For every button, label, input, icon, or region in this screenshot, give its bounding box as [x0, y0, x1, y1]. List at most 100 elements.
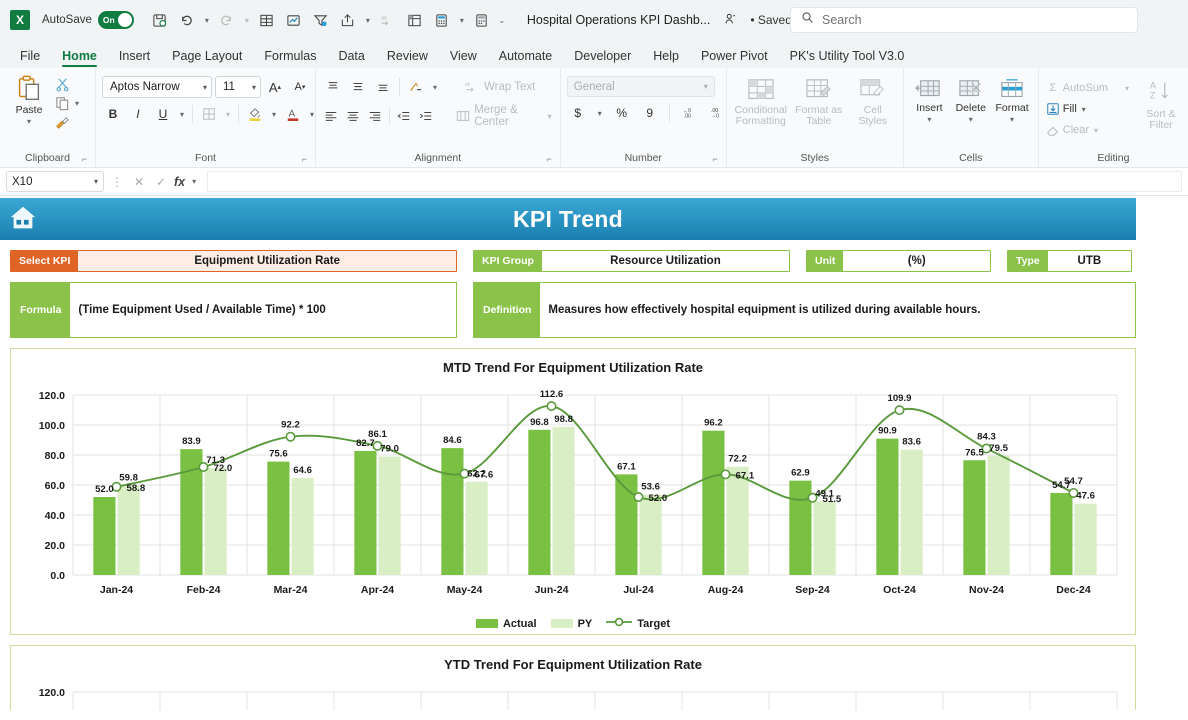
tab-automate[interactable]: Automate	[489, 46, 563, 68]
cell-styles-label: Cell Styles	[849, 105, 897, 127]
tab-help[interactable]: Help	[643, 46, 689, 68]
name-box[interactable]: X10▾	[6, 171, 104, 192]
insert-cells-button[interactable]: Insert ▾	[910, 76, 949, 124]
formula-menu-icon[interactable]: ⋮	[108, 175, 126, 189]
select-kpi-control[interactable]: Select KPI Equipment Utilization Rate	[10, 250, 457, 272]
table-grid-icon[interactable]	[255, 8, 279, 32]
autosave-toggle[interactable]: On	[98, 11, 134, 29]
align-center-icon[interactable]	[344, 105, 363, 127]
calculator-dropdown-caret-icon[interactable]: ▾	[457, 16, 467, 25]
search-bar[interactable]	[790, 7, 1138, 33]
align-middle-icon[interactable]	[347, 76, 369, 98]
share-export-icon[interactable]	[336, 8, 360, 32]
underline-caret-icon[interactable]: ▾	[177, 110, 187, 119]
font-name-select[interactable]: Aptos Narrow▾	[102, 76, 212, 98]
save-icon[interactable]	[148, 8, 172, 32]
fill-color-icon[interactable]	[244, 103, 266, 125]
tab-view[interactable]: View	[440, 46, 487, 68]
font-dialog-launcher[interactable]: ⌐	[302, 154, 307, 164]
align-bottom-icon[interactable]	[372, 76, 394, 98]
chart-icon[interactable]	[282, 8, 306, 32]
tab-formulas[interactable]: Formulas	[254, 46, 326, 68]
svg-text:60.0: 60.0	[45, 480, 66, 492]
tab-data[interactable]: Data	[328, 46, 374, 68]
legend-item-target[interactable]: Target	[606, 617, 670, 630]
tab-home[interactable]: Home	[52, 46, 107, 68]
calculator-alt-icon[interactable]	[470, 8, 494, 32]
fill-button[interactable]: Fill ▾	[1045, 101, 1132, 117]
quick-access-toolbar: ▾ ▾ ▾ ab ▾ ⌄	[148, 8, 507, 32]
increase-font-size-icon[interactable]: A▴	[264, 76, 286, 98]
cut-icon[interactable]	[54, 76, 70, 92]
format-as-table-label: Format as Table	[791, 105, 847, 127]
formula-tag: Formula	[11, 283, 70, 337]
insert-caret-icon[interactable]: ▾	[924, 115, 934, 124]
undo-dropdown-caret-icon[interactable]: ▾	[202, 16, 212, 25]
comma-format-button[interactable]: 9	[639, 102, 661, 124]
percent-format-button[interactable]: %	[611, 102, 633, 124]
spellcheck-icon: ab	[376, 8, 400, 32]
filter-icon[interactable]	[309, 8, 333, 32]
formula-input[interactable]	[207, 171, 1182, 192]
orientation-caret-icon[interactable]: ▾	[430, 83, 440, 92]
saved-status[interactable]: • Saved	[750, 13, 792, 27]
currency-caret-icon[interactable]: ▾	[595, 109, 605, 118]
format-cells-button[interactable]: Format ▾	[992, 76, 1031, 124]
tab-review[interactable]: Review	[377, 46, 438, 68]
fill-caret-icon[interactable]: ▾	[1079, 105, 1089, 114]
search-icon	[801, 11, 814, 29]
alignment-dialog-launcher[interactable]: ⌐	[546, 154, 551, 164]
align-top-icon[interactable]	[322, 76, 344, 98]
tab-pk-utility-tool[interactable]: PK's Utility Tool V3.0	[780, 46, 915, 68]
paste-dropdown-caret-icon[interactable]: ▾	[24, 117, 34, 126]
ribbon-group-editing: Σ AutoSum ▾ Fill ▾ Clear ▾ AZ Sort & Fil…	[1038, 68, 1188, 167]
copy-dropdown-caret-icon[interactable]: ▾	[72, 99, 82, 108]
paste-button[interactable]: Paste ▾	[6, 72, 52, 126]
clipboard-dialog-launcher[interactable]: ⌐	[82, 154, 87, 164]
home-icon[interactable]	[8, 203, 38, 238]
tab-insert[interactable]: Insert	[109, 46, 160, 68]
insert-function-icon[interactable]: fx	[174, 175, 185, 189]
increase-indent-icon[interactable]	[416, 105, 435, 127]
legend-item-py[interactable]: PY	[551, 618, 593, 630]
legend-swatch-target	[606, 617, 632, 630]
cancel-formula-icon: ✕	[130, 175, 148, 189]
decrease-decimal-icon[interactable]: .00→0	[706, 102, 728, 124]
undo-icon[interactable]	[175, 8, 199, 32]
align-right-icon[interactable]	[365, 105, 384, 127]
number-format-select[interactable]: General▾	[567, 76, 715, 97]
number-dialog-launcher[interactable]: ⌐	[712, 154, 717, 164]
tab-page-layout[interactable]: Page Layout	[162, 46, 252, 68]
italic-button[interactable]: I	[127, 103, 149, 125]
tab-developer[interactable]: Developer	[564, 46, 641, 68]
bold-button[interactable]: B	[102, 103, 124, 125]
underline-button[interactable]: U	[152, 103, 174, 125]
font-size-select[interactable]: 11▾	[215, 76, 261, 98]
svg-text:84.3: 84.3	[977, 432, 996, 443]
legend-item-actual[interactable]: Actual	[476, 618, 537, 630]
font-color-icon[interactable]: A	[282, 103, 304, 125]
format-caret-icon[interactable]: ▾	[1007, 115, 1017, 124]
delete-cells-button[interactable]: Delete ▾	[951, 76, 990, 124]
orientation-icon[interactable]	[405, 76, 427, 98]
increase-decimal-icon[interactable]: ←0.00	[678, 102, 700, 124]
tab-file[interactable]: File	[10, 46, 50, 68]
tab-power-pivot[interactable]: Power Pivot	[691, 46, 778, 68]
calculator-icon[interactable]	[430, 8, 454, 32]
fill-color-caret-icon[interactable]: ▾	[269, 110, 279, 119]
decrease-indent-icon[interactable]	[395, 105, 414, 127]
align-left-icon[interactable]	[322, 105, 341, 127]
pivot-table-icon[interactable]	[403, 8, 427, 32]
currency-format-button[interactable]: $	[567, 102, 589, 124]
select-kpi-value[interactable]: Equipment Utilization Rate	[78, 251, 456, 271]
search-input[interactable]	[822, 13, 1127, 27]
qat-overflow-caret-icon[interactable]: ⌄	[497, 16, 507, 25]
delete-caret-icon[interactable]: ▾	[966, 115, 976, 124]
copy-button[interactable]: ▾	[54, 95, 82, 111]
format-painter-icon[interactable]	[54, 114, 70, 130]
document-title[interactable]: Hospital Operations KPI Dashb...	[527, 13, 710, 27]
decrease-font-size-icon[interactable]: A▾	[289, 76, 311, 98]
formula-caret-icon[interactable]: ▾	[189, 177, 199, 186]
share-people-icon[interactable]	[724, 12, 738, 29]
share-dropdown-caret-icon[interactable]: ▾	[363, 16, 373, 25]
